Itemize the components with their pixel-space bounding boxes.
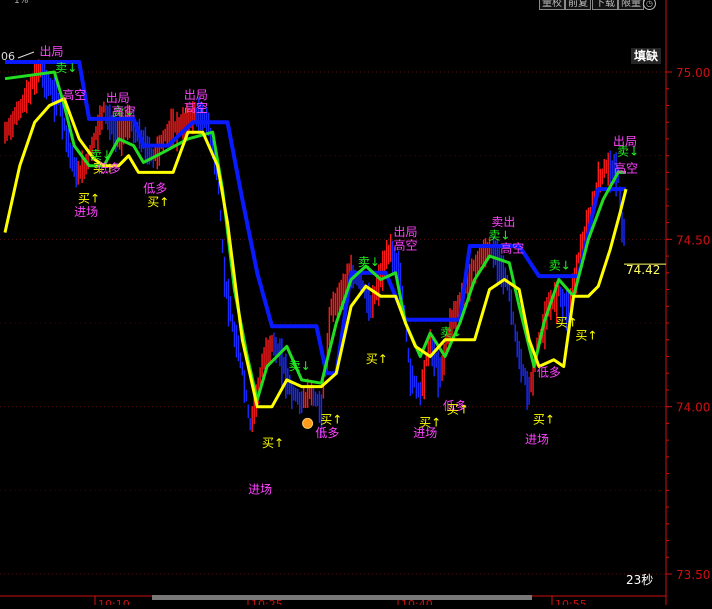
signal-label: 买↑	[262, 436, 284, 450]
signal-label: 出局	[184, 88, 208, 102]
left-price-label: 06	[1, 50, 15, 63]
signal-label: 买↑	[366, 352, 388, 366]
signal-label: 卖↓	[488, 228, 510, 242]
signal-label: 进场	[248, 483, 272, 497]
status-badge: 填缺	[631, 48, 661, 64]
signal-label: 出局	[39, 44, 63, 58]
signal-label: 买↑	[78, 192, 100, 206]
axis-tick-label: 74.50	[676, 233, 710, 247]
toolbar-button-1[interactable]: 量校	[539, 0, 565, 10]
signal-label: 出局	[393, 225, 417, 239]
signal-label: 高空	[112, 104, 136, 119]
signal-label: 买↑	[320, 412, 342, 426]
signal-label: 低多	[537, 366, 561, 380]
signal-label: 卖↓	[617, 145, 639, 159]
signal-label: 卖↓	[549, 258, 571, 272]
signal-dot-icon	[302, 417, 314, 429]
signal-label: 卖出	[491, 215, 515, 229]
chart-window: 出局 卖↓ 高空 出局 卖↓ 高空 出局 高空 卖↓ 买↑ 低多 低多 买↑ 买↑ 进场 卖↓ 买↑ 低多 买↑ 进场…	[0, 0, 712, 609]
signal-label: 买↑	[575, 329, 597, 343]
signal-label: 低多	[97, 161, 121, 175]
scrollbar[interactable]	[152, 595, 532, 600]
top-left-label: 1%	[14, 0, 29, 6]
toolbar-button-4[interactable]: 限量	[618, 0, 644, 10]
signal-label: 出局	[106, 91, 130, 105]
toolbar-button-2[interactable]: 前复	[565, 0, 591, 10]
signal-label: 买↑	[556, 315, 578, 329]
signal-label: 高空	[62, 87, 86, 102]
toolbar-button-3[interactable]: 下载	[592, 0, 618, 10]
signal-label: 卖↓	[440, 325, 462, 339]
signal-label: 高空	[393, 237, 417, 252]
signal-label: 卖↓	[289, 359, 311, 373]
time-tick-label: 10:10	[98, 598, 130, 605]
axis-tick-label: 75.00	[676, 66, 710, 80]
last-price-label: 74.42	[626, 263, 661, 277]
signal-label: 卖↓	[358, 255, 380, 269]
axis-tick-label: 74.00	[676, 401, 710, 415]
signal-label: 买↑	[533, 412, 555, 426]
signal-label: 低多	[143, 181, 167, 195]
signal-label: 高空	[614, 160, 638, 175]
signal-label: 进场	[413, 426, 437, 440]
time-tick-label: 10:55	[555, 598, 587, 605]
time-remaining-label: 23秒	[626, 573, 654, 587]
signal-label: 卖↓	[55, 61, 77, 75]
signal-label: 低多	[315, 426, 339, 440]
signal-label: 高空	[184, 100, 208, 115]
signal-label: 高空	[500, 241, 524, 256]
signal-label: 进场	[525, 432, 549, 446]
signal-label: 卖↓	[90, 148, 112, 162]
signal-label: 买↑	[447, 402, 469, 416]
axis-tick-label: 73.50	[676, 568, 710, 582]
price-chart: 出局卖↓高空 出局卖↓高空出局高空卖↓买↑低多低多买↑买↑进场卖↓买↑低多买↑进场…	[0, 0, 712, 609]
signal-label: 进场	[74, 205, 98, 219]
signal-label: 买↑	[147, 195, 169, 209]
